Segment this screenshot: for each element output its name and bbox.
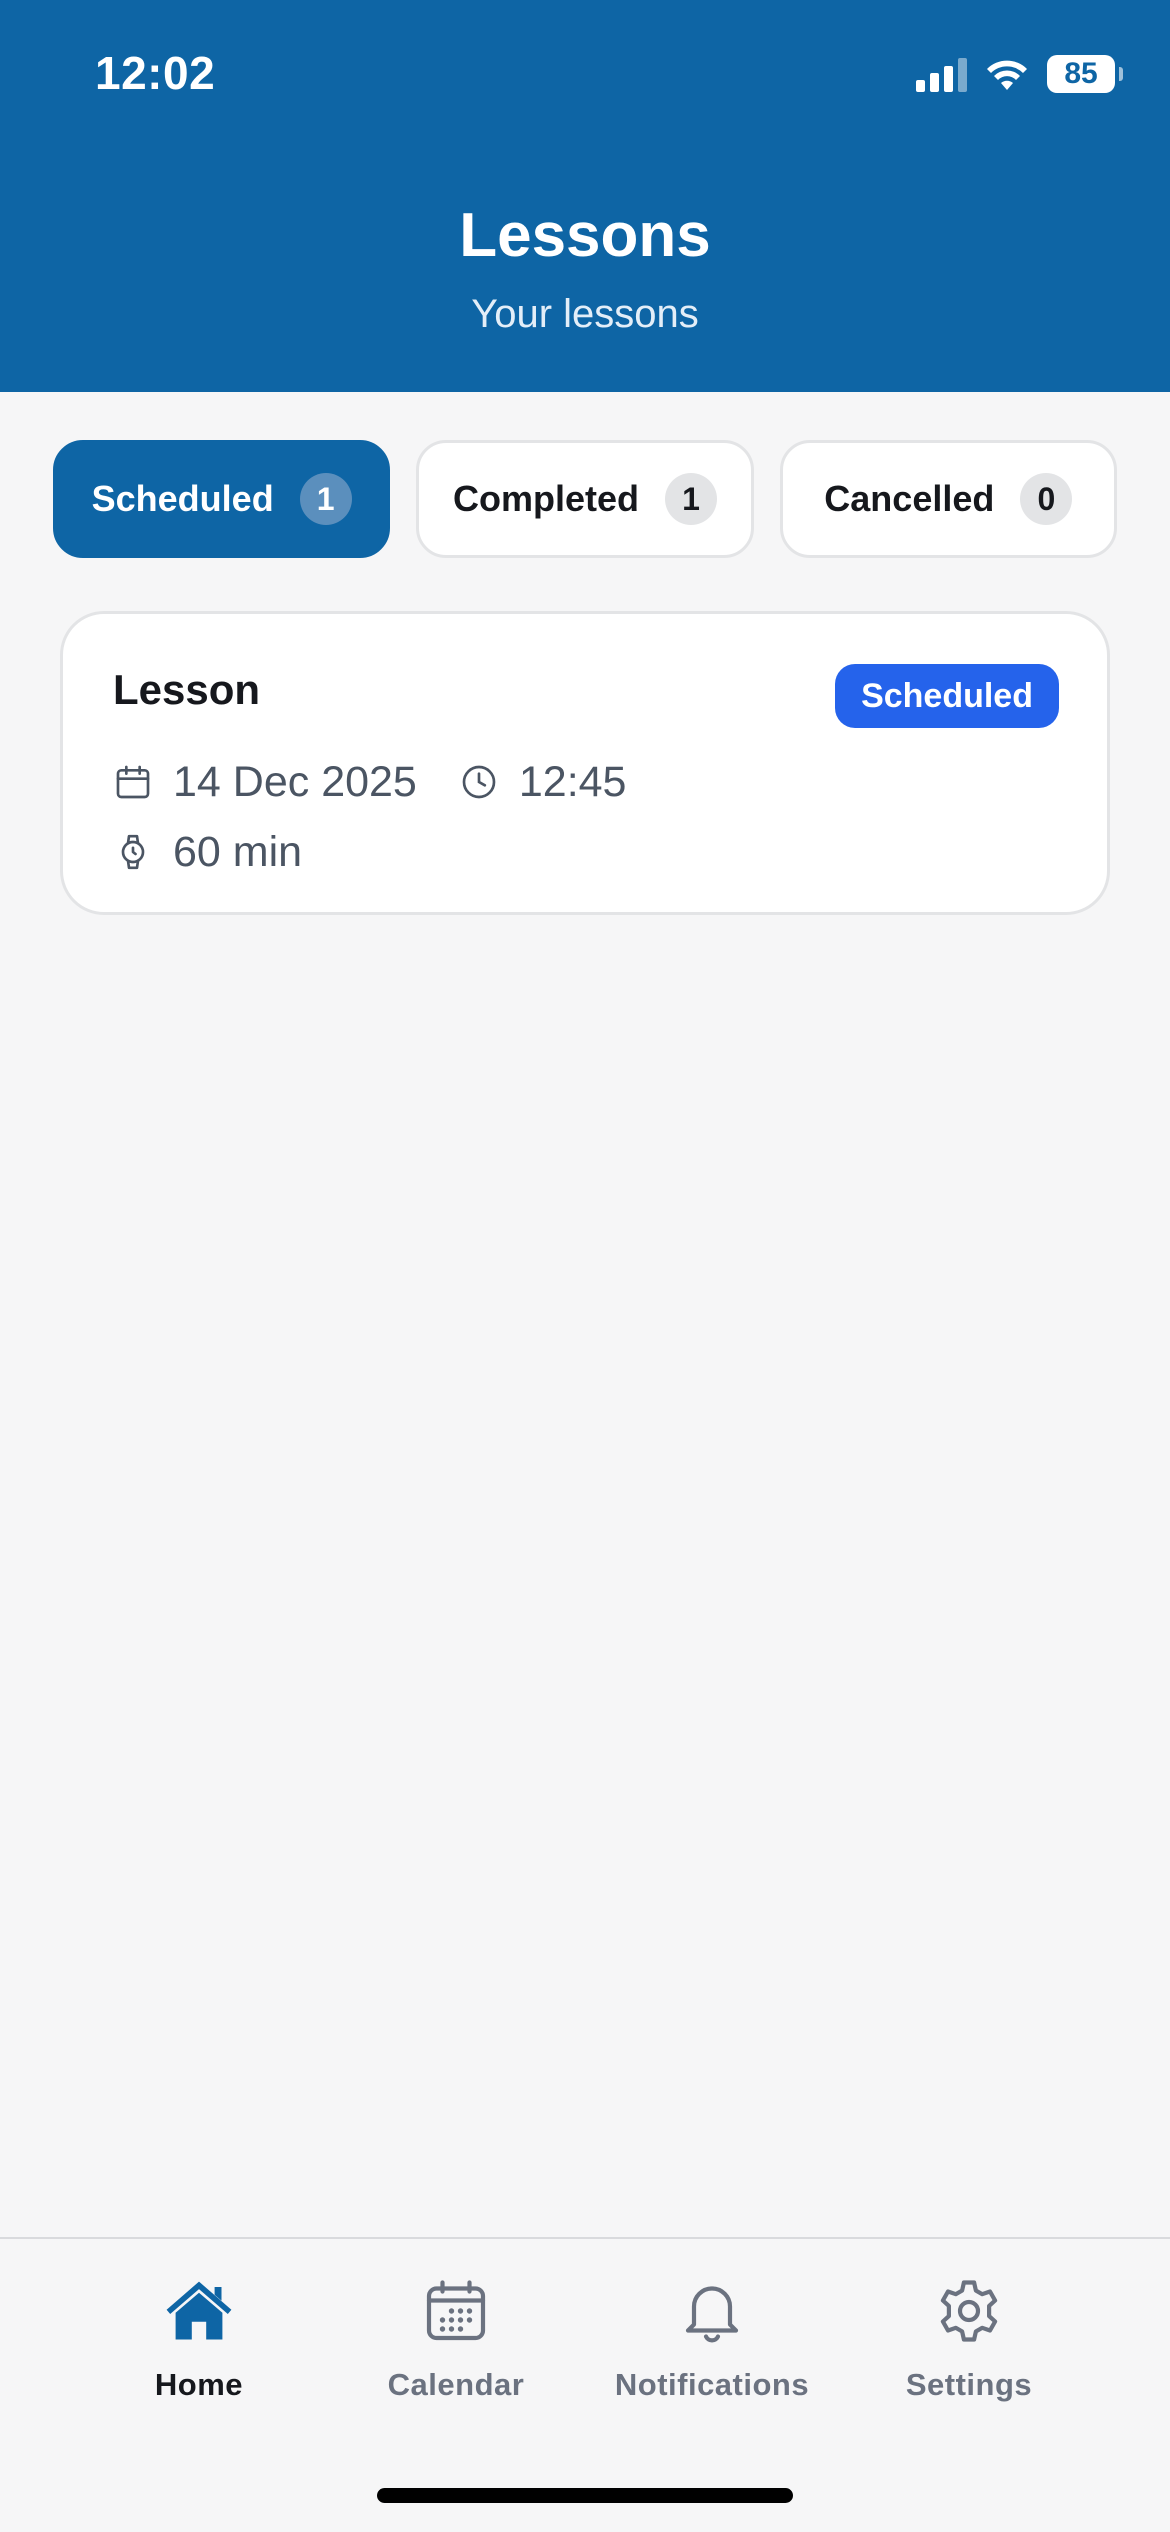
battery-icon: 85 [1047, 55, 1123, 93]
nav-label: Calendar [387, 2367, 525, 2402]
tab-label: Scheduled [91, 478, 274, 519]
home-indicator[interactable] [377, 2488, 793, 2503]
tab-scheduled[interactable]: Scheduled 1 [53, 440, 391, 558]
status-icons: 85 [916, 52, 1123, 96]
nav-notifications[interactable]: Notifications [592, 2275, 832, 2415]
status-badge: Scheduled [835, 664, 1059, 728]
lesson-time: 12:45 [518, 757, 627, 806]
clock-icon [462, 765, 496, 799]
lesson-duration-row: 60 min [113, 817, 302, 887]
nav-label: Notifications [614, 2367, 810, 2402]
calendar-icon [116, 765, 150, 799]
wifi-icon [987, 60, 1027, 90]
page-title: Lessons [459, 201, 711, 270]
bell-icon [685, 2286, 739, 2343]
status-tabs: Scheduled 1 Completed 1 Cancelled 0 [53, 440, 1117, 558]
tab-label: Completed [452, 478, 639, 519]
home-icon [166, 2281, 232, 2340]
nav-home[interactable]: Home [79, 2275, 319, 2415]
nav-calendar[interactable]: Calendar [336, 2275, 576, 2415]
nav-label: Home [154, 2367, 244, 2402]
tab-count-badge: 1 [665, 473, 717, 525]
nav-settings[interactable]: Settings [849, 2275, 1089, 2415]
battery-level: 85 [1064, 57, 1098, 90]
lesson-duration: 60 min [173, 827, 303, 876]
lesson-datetime-row: 14 Dec 2025 12:45 [113, 747, 626, 817]
calendar-icon [426, 2280, 486, 2341]
cellular-signal-icon [916, 56, 967, 92]
status-time: 12:02 [95, 47, 216, 99]
lesson-card[interactable]: Lesson Scheduled 14 Dec 2025 12:45 60 mi… [60, 611, 1110, 915]
tab-cancelled[interactable]: Cancelled 0 [779, 440, 1117, 558]
header: 12:02 85 Lessons Your lessons [0, 0, 1170, 392]
lesson-title: Lesson [113, 666, 261, 713]
tab-label: Cancelled [824, 478, 995, 519]
lessons-screen: 12:02 85 Lessons Your lessons Scheduled … [0, 0, 1170, 2532]
tab-count-badge: 0 [1020, 473, 1073, 525]
gear-icon [940, 2280, 998, 2342]
watch-icon [121, 834, 145, 870]
nav-label: Settings [905, 2367, 1033, 2402]
tab-count-badge: 1 [299, 473, 352, 525]
page-subtitle: Your lessons [471, 292, 699, 336]
tab-completed[interactable]: Completed 1 [416, 440, 754, 558]
lesson-date: 14 Dec 2025 [173, 757, 417, 806]
